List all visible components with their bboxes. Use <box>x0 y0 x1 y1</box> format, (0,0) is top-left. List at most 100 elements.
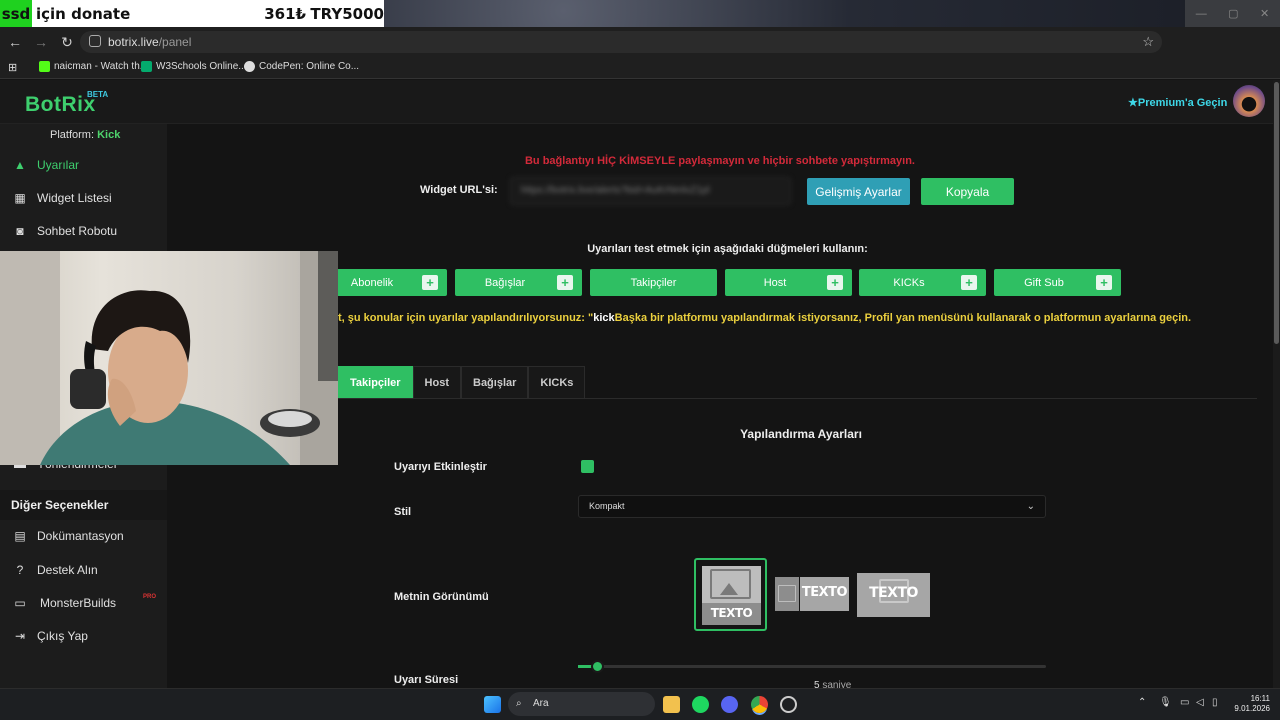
text-view-option-overlay[interactable]: TEXTO <box>857 573 930 617</box>
donation-overlay: ssd için donate 361₺ TRY5000 <box>0 0 384 27</box>
sidebar-item-chatbot[interactable]: ◙ Sohbet Robotu <box>0 216 167 246</box>
warning-icon: ▲ <box>14 158 26 172</box>
bookmark-item[interactable]: naicman - Watch th... <box>39 61 148 72</box>
premium-link[interactable]: ★Premium'a Geçin <box>1128 96 1227 109</box>
discord-icon[interactable] <box>721 696 738 713</box>
sidebar-item-monsterbuilds[interactable]: ▭ MonsterBuilds <box>0 588 167 618</box>
taskbar-search[interactable]: ⌕ Ara <box>508 692 655 716</box>
robot-icon: ◙ <box>16 224 24 238</box>
widget-url-field[interactable]: https://botrix.live/alerts?bid=AuKrNmlvZ… <box>510 177 791 205</box>
grid-icon: ▦ <box>14 191 26 205</box>
maximize-icon[interactable]: ▢ <box>1228 7 1238 20</box>
taskbar-clock[interactable]: 16:11 9.01.2026 <box>1232 694 1270 714</box>
question-icon: ? <box>16 563 24 577</box>
back-icon[interactable]: ← <box>2 34 28 50</box>
test-alerts-header: Uyarıları test etmek için aşağıdaki düğm… <box>587 243 868 255</box>
tab-followers[interactable]: Takipçiler <box>338 366 413 398</box>
donation-goal: TRY5000 <box>310 4 384 23</box>
kick-icon <box>39 61 50 72</box>
app-header <box>0 80 1280 124</box>
donation-tag: ssd <box>0 0 32 27</box>
plus-icon: + <box>1096 275 1112 290</box>
window-controls: — ▢ ✕ <box>1185 0 1280 27</box>
test-gift-sub-button[interactable]: Gift Sub + <box>994 269 1121 296</box>
avatar[interactable] <box>1233 85 1265 117</box>
windows-start-icon[interactable] <box>484 696 501 713</box>
style-select[interactable]: Kompakt ⌄ <box>578 495 1046 518</box>
steam-icon[interactable] <box>780 696 797 713</box>
logout-icon: ⇥ <box>14 629 26 643</box>
text-view-option-inline[interactable]: TEXTO <box>775 577 849 611</box>
tab-donations[interactable]: Bağışlar <box>461 366 529 398</box>
sidebar-item-widget-list[interactable]: ▦ Widget Listesi <box>0 183 167 213</box>
duration-label: Uyarı Süresi <box>394 674 459 686</box>
file-explorer-icon[interactable] <box>663 696 680 713</box>
apps-icon[interactable]: ⊞ <box>8 61 17 74</box>
network-icon[interactable]: ▭ <box>1180 697 1189 708</box>
text-view-option-stacked[interactable]: TEXTO <box>694 558 767 631</box>
chevron-down-icon: ⌄ <box>1026 501 1035 512</box>
platform-info-text: t, şu konular için uyarılar yapılandırıl… <box>338 312 1192 324</box>
beta-badge: BETA <box>87 90 109 99</box>
test-donation-button[interactable]: Bağışlar + <box>455 269 582 296</box>
address-bar-row: ← → ↻ botrix.live/panel ☆ ⧉ ⤓ ⋮ <box>0 27 1280 75</box>
forward-icon[interactable]: → <box>28 34 54 50</box>
sidebar-item-logout[interactable]: ⇥ Çıkış Yap <box>0 621 167 651</box>
scrollbar-thumb[interactable] <box>1274 82 1279 344</box>
tab-host[interactable]: Host <box>412 366 461 398</box>
test-kicks-button[interactable]: KICKs + <box>859 269 986 296</box>
reload-icon[interactable]: ↻ <box>54 34 80 51</box>
titlebar-background <box>384 0 1280 27</box>
document-icon: ▤ <box>14 529 26 543</box>
site-info-icon[interactable] <box>89 35 101 47</box>
duration-slider-track[interactable] <box>578 665 1046 668</box>
sidebar-item-docs[interactable]: ▤ Dokümantasyon <box>0 521 167 551</box>
advanced-settings-button[interactable]: Gelişmiş Ayarlar <box>807 178 910 205</box>
search-icon: ⌕ <box>516 698 522 709</box>
duration-slider-handle[interactable] <box>591 660 604 673</box>
enable-alert-checkbox[interactable] <box>581 460 594 473</box>
volume-icon[interactable]: ◁ <box>1196 697 1204 708</box>
url-field[interactable]: botrix.live/panel ☆ <box>80 31 1162 53</box>
plus-icon: + <box>961 275 977 290</box>
webcam-person <box>0 251 338 465</box>
chevron-up-icon[interactable]: ⌃ <box>1138 697 1146 708</box>
close-icon[interactable]: ✕ <box>1260 7 1269 20</box>
pro-badge: PRO <box>143 594 157 600</box>
text-view-label: Metnin Görünümü <box>394 591 489 603</box>
style-label: Stil <box>394 506 412 518</box>
microphone-icon[interactable]: 🎙 <box>1159 697 1172 708</box>
widget-url-label: Widget URL'si: <box>420 184 498 196</box>
plus-icon: + <box>557 275 573 290</box>
url-host: botrix.live <box>108 35 159 49</box>
spotify-icon[interactable] <box>692 696 709 713</box>
chrome-icon[interactable] <box>751 696 768 713</box>
tab-divider <box>338 398 1257 399</box>
minimize-icon[interactable]: — <box>1196 8 1207 20</box>
test-host-button[interactable]: Host + <box>725 269 852 296</box>
texto-sample: TEXTO <box>710 606 753 620</box>
test-follower-button[interactable]: Takipçiler <box>590 269 717 296</box>
donation-text: için donate <box>36 4 131 23</box>
plus-icon: + <box>422 275 438 290</box>
sidebar-item-alerts[interactable]: ▲ Uyarılar <box>0 150 167 180</box>
url-path: /panel <box>158 35 192 49</box>
monitor-icon: ▭ <box>14 596 26 610</box>
bookmark-item[interactable]: CodePen: Online Co... <box>244 61 359 72</box>
battery-icon[interactable]: ▯ <box>1212 697 1218 708</box>
bookmark-star-icon[interactable]: ☆ <box>1142 31 1154 53</box>
w3schools-icon <box>141 61 152 72</box>
test-subscription-button[interactable]: Abonelik + <box>320 269 447 296</box>
alert-tabs: Takipçiler Host Bağışlar KICKs <box>338 366 586 398</box>
texto-sample: TEXTO <box>869 585 918 601</box>
tab-kicks[interactable]: KICKs <box>528 366 586 398</box>
security-warning: Bu bağlantıyı HİÇ KİMSEYLE paylaşmayın v… <box>524 155 915 167</box>
sidebar-item-support[interactable]: ? Destek Alın <box>0 555 167 585</box>
config-title: Yapılandırma Ayarları <box>740 427 862 441</box>
copy-button[interactable]: Kopyala <box>921 178 1014 205</box>
other-options-header: Diğer Seçenekler <box>0 490 167 520</box>
image-placeholder-icon <box>775 577 799 611</box>
botrix-logo[interactable]: BotRix <box>25 93 96 117</box>
plus-icon: + <box>827 275 843 290</box>
bookmark-item[interactable]: W3Schools Online... <box>141 61 247 72</box>
